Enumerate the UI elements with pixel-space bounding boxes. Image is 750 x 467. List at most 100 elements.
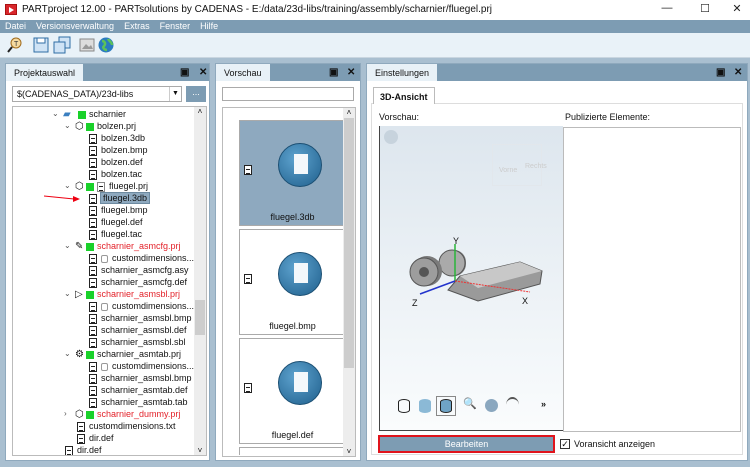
- chevron-down-icon[interactable]: ⌄: [52, 108, 59, 120]
- tab-3d-ansicht[interactable]: 3D-Ansicht: [373, 87, 435, 104]
- tree-item[interactable]: scharnier_asmsbl.bmp: [89, 372, 192, 384]
- menu-hilfe[interactable]: Hilfe: [200, 21, 218, 31]
- thumbnail-item[interactable]: fluegel.3db: [239, 120, 346, 226]
- tree-item[interactable]: ⌄ ⬡ bolzen.prj: [64, 120, 136, 132]
- scrollbar-thumb[interactable]: [344, 118, 354, 368]
- tree-item[interactable]: dir.def: [65, 444, 102, 455]
- tree-item[interactable]: fluegel.bmp: [89, 204, 148, 216]
- axis-x-label: X: [522, 296, 529, 306]
- minimize-button[interactable]: —: [652, 2, 682, 18]
- tab-projektauswahl[interactable]: Projektauswahl: [6, 64, 84, 81]
- 3d-viewer[interactable]: Vorne Rechts Y X Z 🔍 »: [379, 126, 563, 431]
- tree-item[interactable]: scharnier_asmsbl.def: [89, 324, 187, 336]
- tree-item[interactable]: scharnier_asmtab.tab: [89, 396, 188, 408]
- edit-button[interactable]: Bearbeiten: [378, 435, 555, 453]
- tree-item[interactable]: › ⬡ scharnier_dummy.prj: [64, 408, 180, 420]
- shaded-edges-button[interactable]: [436, 396, 456, 416]
- tab-vorschau[interactable]: Vorschau: [216, 64, 270, 81]
- thumbnail-item[interactable]: [239, 447, 346, 455]
- wireframe-icon[interactable]: [398, 399, 410, 413]
- menu-bar: Datei Versionsverwaltung Extras Fenster Hilf…: [0, 20, 750, 33]
- menu-fenster[interactable]: Fenster: [160, 21, 191, 31]
- chevron-down-icon[interactable]: ▼: [169, 87, 181, 101]
- tree-item[interactable]: ⌄ ▰ scharnier: [52, 108, 126, 120]
- tree-item[interactable]: ⌄ ▷ scharnier_asmsbl.prj: [64, 288, 180, 300]
- close-panel-icon[interactable]: ✕: [734, 67, 742, 78]
- tree-item-label: customdimensions....: [112, 361, 197, 371]
- tree-item-label: fluegel.def: [101, 217, 143, 227]
- save-all-icon[interactable]: [53, 36, 71, 54]
- thumbnail-item[interactable]: fluegel.def: [239, 338, 346, 444]
- maximize-panel-icon[interactable]: ▣: [329, 67, 338, 78]
- thumbnail-label: fluegel.bmp: [269, 321, 316, 331]
- chevron-down-icon[interactable]: ⌄: [64, 240, 71, 252]
- tree-item[interactable]: fluegel.3db: [89, 192, 151, 204]
- search-part-icon[interactable]: T: [6, 36, 24, 54]
- tree-item[interactable]: ⌄ ⬡ fluegel.prj: [64, 180, 148, 192]
- title-bar: PARTproject 12.00 - PARTsolutions by CAD…: [0, 0, 750, 20]
- red-arrow-annotation: [44, 195, 80, 202]
- view-cube[interactable]: Vorne Rechts: [492, 144, 547, 186]
- tree-item[interactable]: scharnier_asmcfg.asy: [89, 264, 189, 276]
- tree-item[interactable]: scharnier_asmsbl.bmp: [89, 312, 192, 324]
- save-icon[interactable]: [32, 36, 50, 54]
- menu-datei[interactable]: Datei: [5, 21, 26, 31]
- thumbnail-item[interactable]: fluegel.bmp: [239, 229, 346, 335]
- tab-einstellungen[interactable]: Einstellungen: [367, 64, 438, 81]
- tree-item-label: bolzen.bmp: [101, 145, 148, 155]
- scrollbar-thumb[interactable]: [195, 300, 205, 335]
- tree-item[interactable]: ⌄ ⚙ scharnier_asmtab.prj: [64, 348, 181, 360]
- path-select[interactable]: $(CADENAS_DATA)/23d-libs ▼: [12, 86, 182, 102]
- tree-item[interactable]: fluegel.def: [89, 216, 143, 228]
- tree-item[interactable]: bolzen.3db: [89, 132, 145, 144]
- more-tools-button[interactable]: »: [541, 399, 546, 409]
- tree-item[interactable]: fluegel.tac: [89, 228, 142, 240]
- tree-item[interactable]: ⌄ ✎ scharnier_asmcfg.prj: [64, 240, 181, 252]
- published-elements-label: Publizierte Elemente:: [565, 112, 651, 122]
- thumbnail-scrollbar[interactable]: ˄ ˅: [343, 108, 355, 456]
- close-button[interactable]: ✕: [722, 2, 750, 18]
- file-icon: [89, 229, 97, 240]
- preview-label: Vorschau:: [379, 112, 420, 122]
- chevron-down-icon[interactable]: ⌄: [64, 348, 71, 360]
- show-preview-checkbox[interactable]: ✓: [560, 439, 570, 449]
- chevron-right-icon[interactable]: ›: [64, 408, 67, 420]
- tree-item[interactable]: customdimensions.txt: [77, 420, 176, 432]
- maximize-panel-icon[interactable]: ▣: [716, 67, 725, 78]
- tree-item[interactable]: scharnier_asmsbl.sbl: [89, 336, 186, 348]
- zoom-fit-icon[interactable]: [485, 399, 498, 412]
- tree-item[interactable]: customdimensions....: [89, 360, 197, 372]
- maximize-button[interactable]: ☐: [690, 2, 720, 18]
- menu-versionsverwaltung[interactable]: Versionsverwaltung: [36, 21, 114, 31]
- tree-item[interactable]: customdimensions....: [89, 252, 197, 264]
- tree-item[interactable]: customdimensions....: [89, 300, 197, 312]
- toolbar: T: [0, 33, 750, 58]
- image-icon[interactable]: [78, 36, 96, 54]
- tree-item[interactable]: scharnier_asmcfg.def: [89, 276, 187, 288]
- close-panel-icon[interactable]: ✕: [199, 67, 207, 78]
- preview-search-input[interactable]: [222, 87, 354, 101]
- tree-item[interactable]: dir.def: [77, 432, 114, 444]
- chevron-down-icon[interactable]: ⌄: [64, 120, 71, 132]
- file-icon: [89, 193, 97, 204]
- published-elements-list[interactable]: [563, 127, 741, 432]
- menu-extras[interactable]: Extras: [124, 21, 150, 31]
- tree-item[interactable]: bolzen.tac: [89, 168, 142, 180]
- browse-button[interactable]: ...: [186, 86, 206, 102]
- document-icon: [278, 361, 322, 405]
- zoom-icon[interactable]: 🔍: [463, 398, 477, 410]
- tree-item-label: customdimensions....: [112, 301, 197, 311]
- tree-item[interactable]: bolzen.def: [89, 156, 143, 168]
- shaded-icon[interactable]: [419, 399, 431, 413]
- tree-scrollbar[interactable]: ˄ ˅: [194, 107, 206, 455]
- rotate-icon[interactable]: [506, 397, 519, 413]
- chevron-down-icon[interactable]: ⌄: [64, 288, 71, 300]
- file-icon: [89, 253, 97, 264]
- file-type-icon: [244, 165, 252, 175]
- globe-icon[interactable]: [97, 36, 115, 54]
- chevron-down-icon[interactable]: ⌄: [64, 180, 71, 192]
- tree-item[interactable]: scharnier_asmtab.def: [89, 384, 188, 396]
- close-panel-icon[interactable]: ✕: [347, 67, 355, 78]
- tree-item[interactable]: bolzen.bmp: [89, 144, 148, 156]
- maximize-panel-icon[interactable]: ▣: [180, 67, 189, 78]
